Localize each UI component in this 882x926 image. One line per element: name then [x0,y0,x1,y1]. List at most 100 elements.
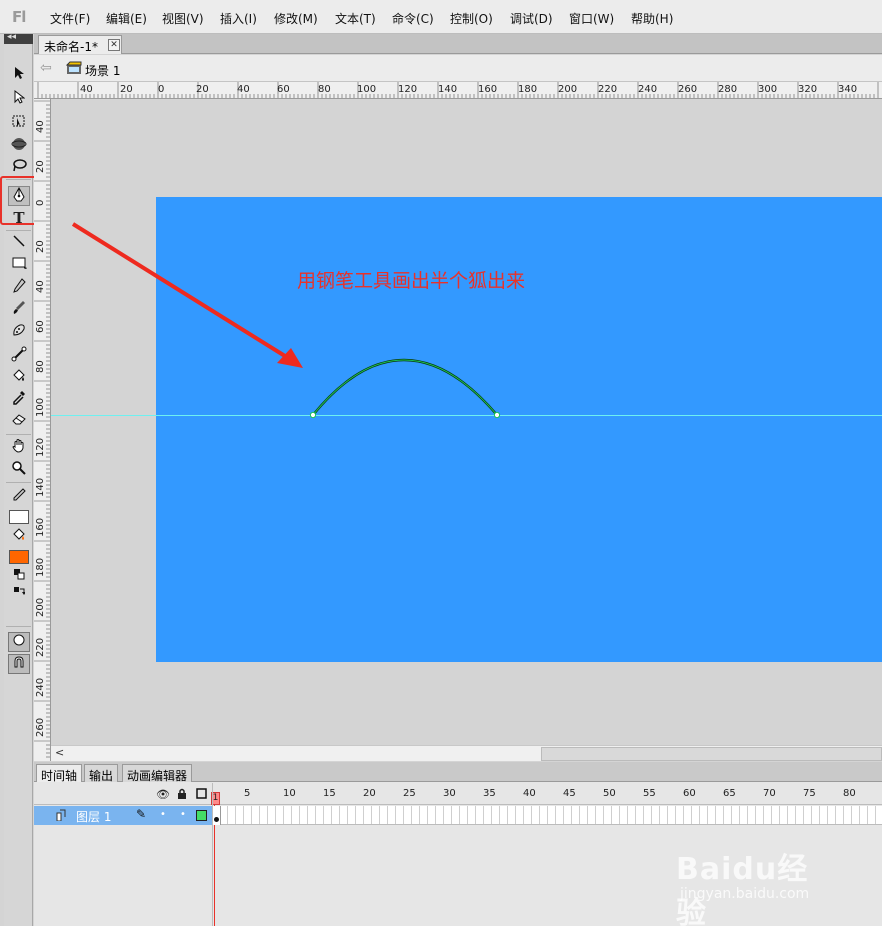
ruler-tick-label: 220 [598,84,618,95]
ruler-tick-label: 100 [35,397,46,417]
menu-view[interactable]: 视图(V) [162,10,204,27]
document-tab-bar: 未命名-1* ✕ [34,34,882,54]
ruler-vertical: 40 20 0 20 40 60 80 100 120 140 160 180 … [34,99,51,761]
rectangle-tool-icon[interactable] [8,256,30,276]
keyframe-dot [214,817,219,822]
ruler-tick-label: 60 [35,320,46,333]
ruler-horizontal: 40 20 0 20 40 60 80 100 120 140 160 180 … [34,82,882,99]
paint-bucket-icon[interactable] [8,368,30,388]
line-tool-icon[interactable] [8,234,30,254]
layer-outline-color[interactable] [196,810,207,821]
ruler-tick-label: 320 [798,84,818,95]
frame-number: 60 [683,788,696,799]
ruler-tick-label: 40 [237,84,250,95]
frame-number: 55 [643,788,656,799]
menu-window[interactable]: 窗口(W) [569,10,614,27]
eraser-icon[interactable] [8,412,30,432]
ruler-tick-label: 140 [438,84,458,95]
snap-magnet-icon[interactable] [8,654,30,674]
ruler-tick-label: 280 [718,84,738,95]
menu-insert[interactable]: 插入(I) [220,10,257,27]
scrollbar-thumb[interactable] [541,747,882,761]
menu-edit[interactable]: 编辑(E) [106,10,147,27]
tools-separator [6,482,31,483]
ruler-tick-label: 240 [35,677,46,697]
timeline-divider [212,783,213,926]
eyedropper-icon[interactable] [8,390,30,410]
3d-rotation-icon[interactable] [8,136,30,156]
menu-file[interactable]: 文件(F) [50,10,90,27]
lock-icon[interactable] [177,788,187,802]
baidu-watermark: Baidu经验 jingyan.baidu.com [676,838,836,926]
ruler-tick-label: 80 [35,360,46,373]
frame-number: 75 [803,788,816,799]
stroke-color-swatch[interactable] [9,510,29,524]
frame-number: 5 [244,788,251,799]
frame-number: 80 [843,788,856,799]
ruler-tick-label: 200 [35,597,46,617]
frame-number: 30 [443,788,456,799]
watermark-url: jingyan.baidu.com [680,886,810,902]
object-drawing-icon[interactable] [8,632,30,652]
brush-tool-icon[interactable] [8,300,30,320]
tab-timeline[interactable]: 时间轴 [36,764,83,783]
subselection-arrow-icon[interactable] [8,89,30,110]
fill-color-swatch[interactable] [9,550,29,564]
menu-debug[interactable]: 调试(D) [510,10,553,27]
frame-strip[interactable] [212,806,882,825]
tab-output[interactable]: 输出 [84,764,119,783]
free-transform-icon[interactable] [8,114,30,134]
layer-name[interactable]: 图层 1 [76,808,111,825]
horizontal-guide[interactable] [51,415,882,416]
frame-number: 45 [563,788,576,799]
ruler-tick-label: 180 [35,557,46,577]
horizontal-scrollbar[interactable]: < [51,745,882,761]
eye-icon[interactable]: 👁 [156,788,170,801]
zoom-tool-icon[interactable] [8,460,30,480]
layer-row[interactable]: 图层 1 ✎ • • [34,806,212,825]
ruler-tick-label: 0 [158,84,165,95]
stroke-color-icon[interactable] [8,488,30,508]
tools-separator [6,230,31,231]
pencil-tool-icon[interactable] [8,278,30,298]
ruler-tick-label: 20 [196,84,209,95]
outline-icon[interactable] [196,788,207,802]
ruler-tick-label: 160 [35,517,46,537]
tools-panel-header[interactable]: ◂◂ [4,32,33,44]
frame-number: 15 [323,788,336,799]
black-white-icon[interactable] [8,568,30,588]
collapse-icon[interactable]: ◂◂ [7,32,16,42]
tab-motion-editor[interactable]: 动画编辑器 [122,764,193,783]
scroll-left-icon[interactable]: < [55,746,64,759]
deco-tool-icon[interactable] [8,322,30,342]
timeline-tabs: 时间轴 输出 动画编辑器 [34,762,882,783]
ruler-tick-label: 60 [277,84,290,95]
ruler-tick-label: 100 [357,84,377,95]
menu-text[interactable]: 文本(T) [335,10,376,27]
fill-color-icon[interactable] [8,528,30,548]
hand-tool-icon[interactable] [8,438,30,458]
timeline-header: 👁 5 10 15 20 25 30 35 40 45 50 55 60 65 … [34,783,882,805]
menu-modify[interactable]: 修改(M) [274,10,318,27]
document-tab[interactable]: 未命名-1* ✕ [38,35,122,54]
keyframe[interactable] [213,806,221,825]
ruler-tick-label: 220 [35,637,46,657]
ruler-tick-label: 200 [558,84,578,95]
ruler-tick-label: 160 [478,84,498,95]
selection-arrow-icon[interactable] [8,66,30,86]
lasso-icon[interactable] [8,158,30,178]
menu-control[interactable]: 控制(O) [450,10,493,27]
bone-tool-icon[interactable] [8,346,30,366]
visibility-dot[interactable]: • [160,809,166,820]
lock-dot[interactable]: • [180,809,186,820]
back-arrow-icon[interactable]: ⇦ [40,60,52,76]
close-icon[interactable]: ✕ [108,39,120,51]
swap-colors-icon[interactable] [8,586,30,606]
menu-help[interactable]: 帮助(H) [631,10,673,27]
menu-commands[interactable]: 命令(C) [392,10,434,27]
frame-number: 70 [763,788,776,799]
scene-label[interactable]: 场景 1 [85,62,120,79]
ruler-tick-label: 40 [80,84,93,95]
pasteboard[interactable]: 用钢笔工具画出半个狐出来 [51,99,882,745]
tutorial-annotation: 用钢笔工具画出半个狐出来 [297,270,526,292]
